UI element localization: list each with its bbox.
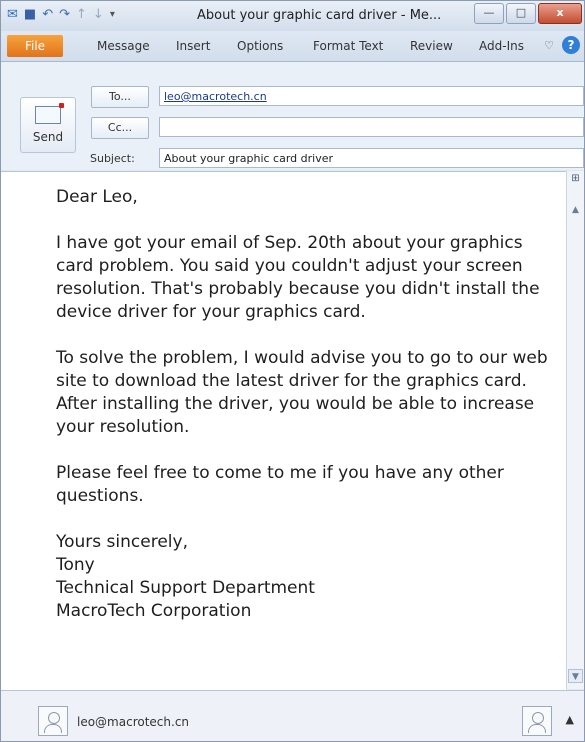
minimize-button[interactable]: — <box>474 3 504 24</box>
redo-icon[interactable]: ↷ <box>59 7 70 23</box>
body-paragraph-1: I have got your email of Sep. 20th about… <box>56 233 540 322</box>
ribbon-tabs: File Message Insert Options Format Text … <box>1 31 584 62</box>
subject-label: Subject: <box>90 152 135 165</box>
vertical-scrollbar[interactable]: ⊞ ▲ ▼ <box>566 171 584 689</box>
title-bar: ✉ ■ ↶ ↷ ↑ ↓ ▾ About your graphic card dr… <box>1 1 584 31</box>
restore-button[interactable]: □ <box>506 3 536 24</box>
feedback-heart-icon[interactable]: ♡ <box>544 39 554 52</box>
send-label: Send <box>32 130 64 144</box>
to-button[interactable]: To... <box>91 86 149 108</box>
cc-button[interactable]: Cc... <box>91 117 149 139</box>
contact-avatar[interactable] <box>38 706 68 736</box>
body-paragraph-3: Please feel free to come to me if you ha… <box>56 463 504 506</box>
tab-message[interactable]: Message <box>97 39 150 53</box>
close-button[interactable]: x <box>538 3 582 24</box>
tab-insert[interactable]: Insert <box>176 39 210 53</box>
people-pane-email[interactable]: leo@macrotech.cn <box>77 715 189 729</box>
tab-options[interactable]: Options <box>237 39 283 53</box>
outlook-message-window: ✉ ■ ↶ ↷ ↑ ↓ ▾ About your graphic card dr… <box>0 0 585 742</box>
people-pane: leo@macrotech.cn ▲ <box>1 690 584 741</box>
tab-format-text[interactable]: Format Text <box>313 39 383 53</box>
message-body[interactable]: Dear Leo, I have got your email of Sep. … <box>1 171 566 690</box>
down-arrow-icon[interactable]: ↓ <box>93 7 104 23</box>
ruler-toggle-icon[interactable]: ⊞ <box>568 173 583 187</box>
expand-people-pane-icon[interactable]: ▲ <box>566 713 574 726</box>
help-icon[interactable]: ? <box>562 36 580 54</box>
undo-icon[interactable]: ↶ <box>42 7 53 23</box>
message-text[interactable]: Dear Leo, I have got your email of Sep. … <box>56 186 561 646</box>
people-pane-photo-avatar[interactable] <box>522 706 552 736</box>
outlook-app-icon[interactable]: ✉ <box>7 7 18 23</box>
cc-field[interactable] <box>159 117 584 137</box>
tab-add-ins[interactable]: Add-Ins <box>479 39 524 53</box>
save-icon[interactable]: ■ <box>24 7 36 23</box>
window-title: About your graphic card driver - Me... <box>197 8 442 23</box>
customize-toolbar-icon[interactable]: ▾ <box>110 7 115 23</box>
message-header: Send To... leo@macrotech.cn Cc... Subjec… <box>1 62 584 170</box>
scroll-up-icon[interactable]: ▲ <box>568 205 583 219</box>
scroll-down-icon[interactable]: ▼ <box>568 669 583 683</box>
tab-review[interactable]: Review <box>410 39 453 53</box>
greeting: Dear Leo, <box>56 187 138 207</box>
send-button[interactable]: Send <box>20 97 76 153</box>
body-paragraph-2: To solve the problem, I would advise you… <box>56 348 548 437</box>
tab-file[interactable]: File <box>7 35 63 57</box>
up-arrow-icon[interactable]: ↑ <box>76 7 87 23</box>
quick-access-toolbar: ✉ ■ ↶ ↷ ↑ ↓ ▾ <box>7 7 115 23</box>
subject-field[interactable]: About your graphic card driver <box>159 148 584 168</box>
to-field[interactable]: leo@macrotech.cn <box>159 86 584 106</box>
closing: Yours sincerely, Tony Technical Support … <box>56 532 315 621</box>
send-icon <box>35 103 64 124</box>
window-controls: — □ x <box>474 3 582 24</box>
